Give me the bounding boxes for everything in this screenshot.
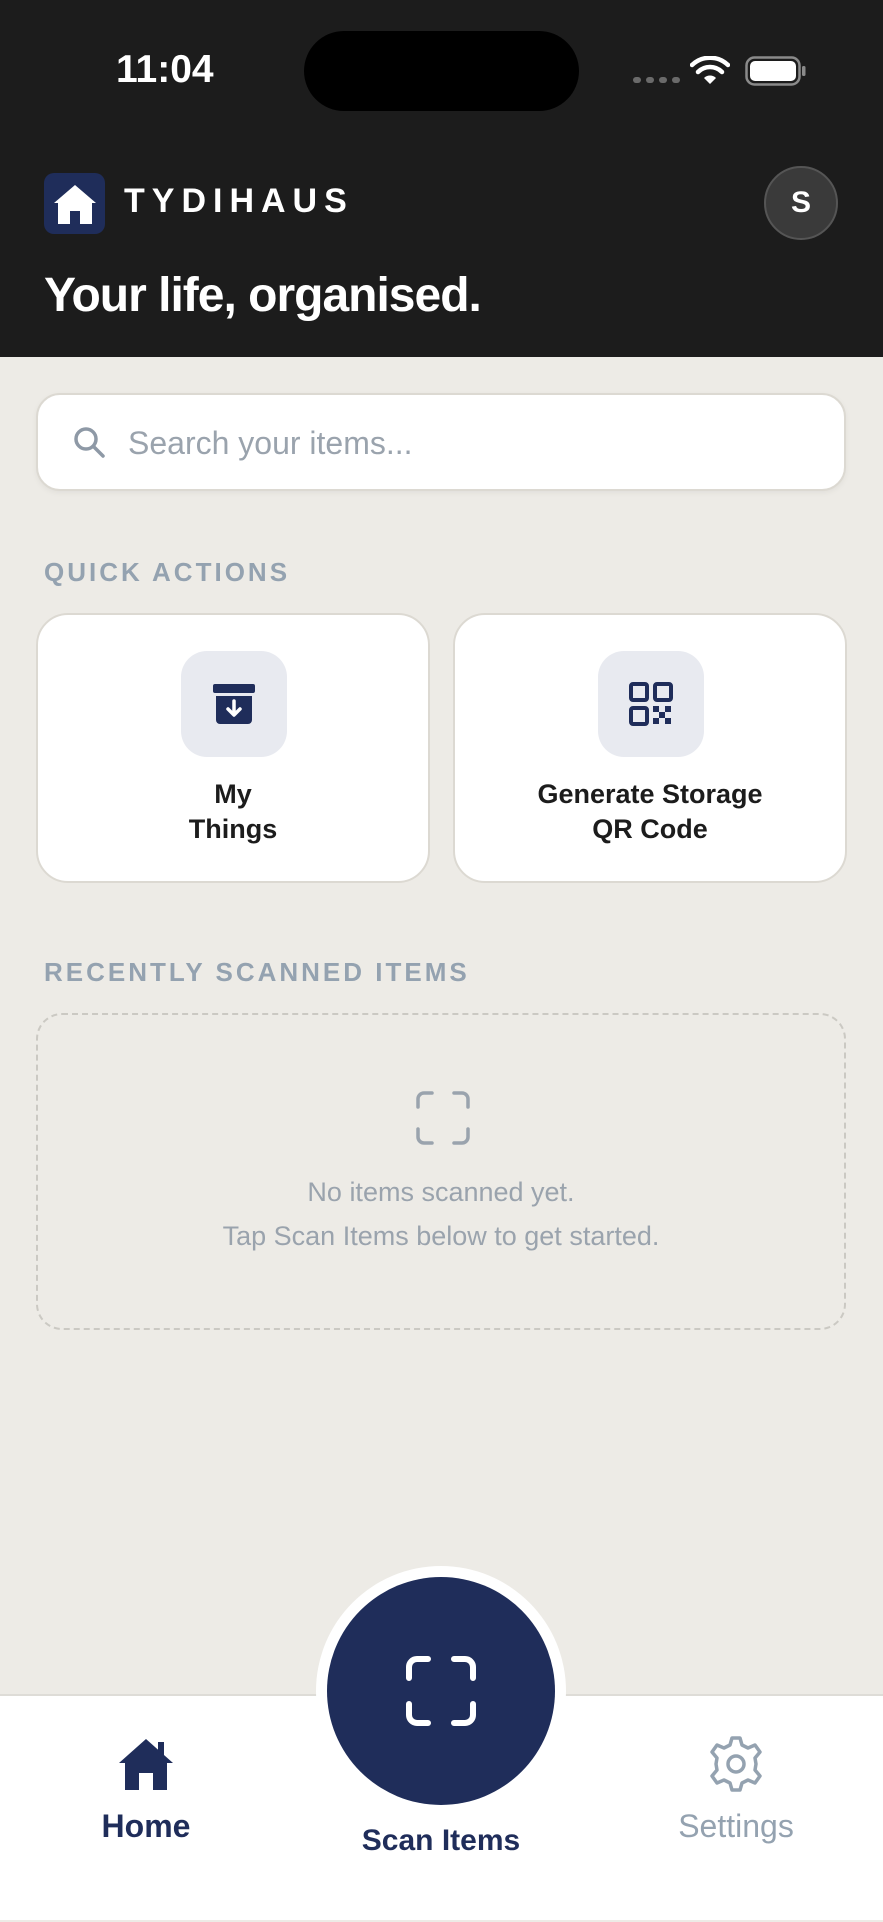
my-things-label: My Things [188, 779, 278, 844]
search-icon [74, 427, 105, 458]
recent-items-empty-state: No items scanned yet. Tap Scan Items bel… [36, 1013, 846, 1330]
scan-frame-icon [416, 1091, 470, 1145]
avatar[interactable]: S [764, 166, 838, 240]
dynamic-island [304, 31, 579, 111]
scan-items-label[interactable]: Scan Items [291, 1824, 591, 1858]
scan-frame-icon [406, 1656, 476, 1726]
tagline: Your life, organised. [44, 269, 482, 322]
tab-home[interactable]: Home [46, 1696, 246, 1922]
archive-icon [213, 684, 255, 724]
search-input[interactable] [126, 415, 810, 471]
card-icon-box [598, 651, 704, 757]
brand-name: TYDIHAUS [124, 182, 354, 220]
quick-actions-heading: QUICK ACTIONS [44, 557, 291, 587]
empty-hint: Tap Scan Items below to get started. [222, 1221, 660, 1251]
home-icon [119, 1739, 173, 1790]
gear-icon [710, 1736, 762, 1792]
empty-message: No items scanned yet. [307, 1177, 575, 1207]
tab-home-label: Home [101, 1808, 191, 1844]
search-bar[interactable] [36, 393, 846, 491]
scan-button-ring [316, 1566, 566, 1816]
scan-button[interactable] [327, 1577, 555, 1805]
generate-qr-label: Generate Storage QR Code [537, 779, 763, 844]
app-header: 11:04 TYDIHAUS S Your life, organised. [0, 0, 883, 357]
tab-settings-label: Settings [678, 1808, 794, 1844]
recent-items-heading: RECENTLY SCANNED ITEMS [44, 957, 470, 987]
home-icon [53, 184, 96, 224]
cellular-signal-icon [633, 77, 680, 83]
app-logo [44, 173, 105, 234]
generate-qr-card[interactable]: Generate Storage QR Code [453, 613, 847, 883]
wifi-icon [690, 56, 730, 84]
card-icon-box [181, 651, 287, 757]
tab-settings[interactable]: Settings [636, 1696, 836, 1922]
status-time: 11:04 [116, 48, 214, 91]
qr-code-icon [629, 682, 673, 726]
my-things-card[interactable]: My Things [36, 613, 430, 883]
battery-icon [745, 56, 806, 86]
